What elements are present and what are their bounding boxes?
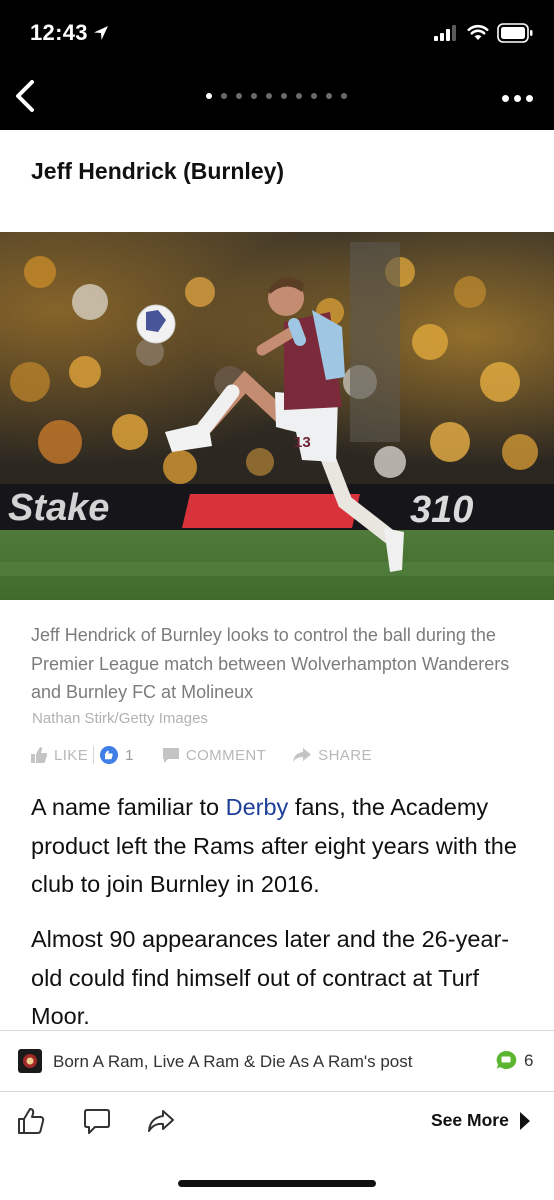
location-arrow-icon [94, 26, 108, 40]
source-post-row[interactable]: Born A Ram, Live A Ram & Die As A Ram's … [0, 1031, 554, 1091]
football [136, 304, 176, 344]
article-photo: Stake 310 13 [0, 232, 554, 600]
see-more-label: See More [431, 1110, 509, 1130]
share-arrow-icon[interactable] [146, 1106, 176, 1136]
comment-button[interactable]: COMMENT [162, 747, 266, 764]
wifi-icon [467, 24, 489, 40]
avatar [18, 1049, 42, 1073]
top-bar: 12:43 [0, 0, 554, 130]
photo-caption: Jeff Hendrick of Burnley looks to contro… [31, 625, 510, 702]
home-indicator[interactable] [178, 1180, 376, 1187]
share-button[interactable]: SHARE [292, 747, 372, 764]
see-more-button[interactable]: See More [431, 1110, 531, 1131]
article-headline: Jeff Hendrick (Burnley) [31, 158, 285, 184]
like-label: LIKE [54, 746, 89, 764]
thumbs-up-icon[interactable] [16, 1106, 46, 1136]
like-count: 1 [125, 746, 134, 764]
divider [93, 746, 95, 764]
share-arrow-icon [293, 748, 312, 762]
page-dot [341, 93, 347, 99]
post-source-text: Born A Ram, Live A Ram & Die As A Ram's … [53, 1052, 413, 1071]
ad-board-red [182, 494, 360, 528]
status-time: 12:43 [30, 20, 88, 45]
page-indicator [206, 93, 356, 103]
page-dot [206, 93, 212, 99]
share-label: SHARE [318, 746, 372, 764]
comment-icon [162, 747, 179, 763]
like-button[interactable]: LIKE [30, 746, 88, 764]
comment-icon[interactable] [82, 1106, 112, 1136]
ad-board-left: Stake [8, 487, 109, 529]
body-paragraph-1: A name familiar to Derby fans, the Acade… [31, 788, 531, 904]
thumbs-up-icon [31, 747, 48, 763]
photo-credit: Nathan Stirk/Getty Images [32, 710, 208, 727]
paragraph-text: A name familiar to [31, 794, 226, 820]
derby-link[interactable]: Derby [226, 794, 289, 820]
page-dot [221, 93, 227, 99]
bottom-toolbar: See More [0, 1092, 554, 1152]
page-dot [326, 93, 332, 99]
signal-icon [434, 25, 456, 41]
page-dot [251, 93, 257, 99]
back-chevron-icon[interactable] [8, 76, 44, 116]
page-dot [311, 93, 317, 99]
shirt-number: 13 [294, 434, 311, 451]
page-dot [296, 93, 302, 99]
page-dot [236, 93, 242, 99]
battery-icon [497, 23, 533, 43]
page-dot [281, 93, 287, 99]
like-badge-icon [100, 746, 119, 764]
page-dot [266, 93, 272, 99]
comment-label: COMMENT [185, 746, 267, 764]
body-paragraph-2: Almost 90 appearances later and the 26-y… [31, 926, 510, 1029]
ad-board-right: 310 [410, 489, 473, 531]
comment-icon [496, 1050, 517, 1069]
play-triangle-icon [519, 1111, 530, 1130]
action-bar: LIKE 1 COMMENT SHARE [30, 744, 372, 766]
comment-count: 6 [524, 1051, 534, 1070]
more-dots-icon[interactable] [502, 88, 538, 108]
